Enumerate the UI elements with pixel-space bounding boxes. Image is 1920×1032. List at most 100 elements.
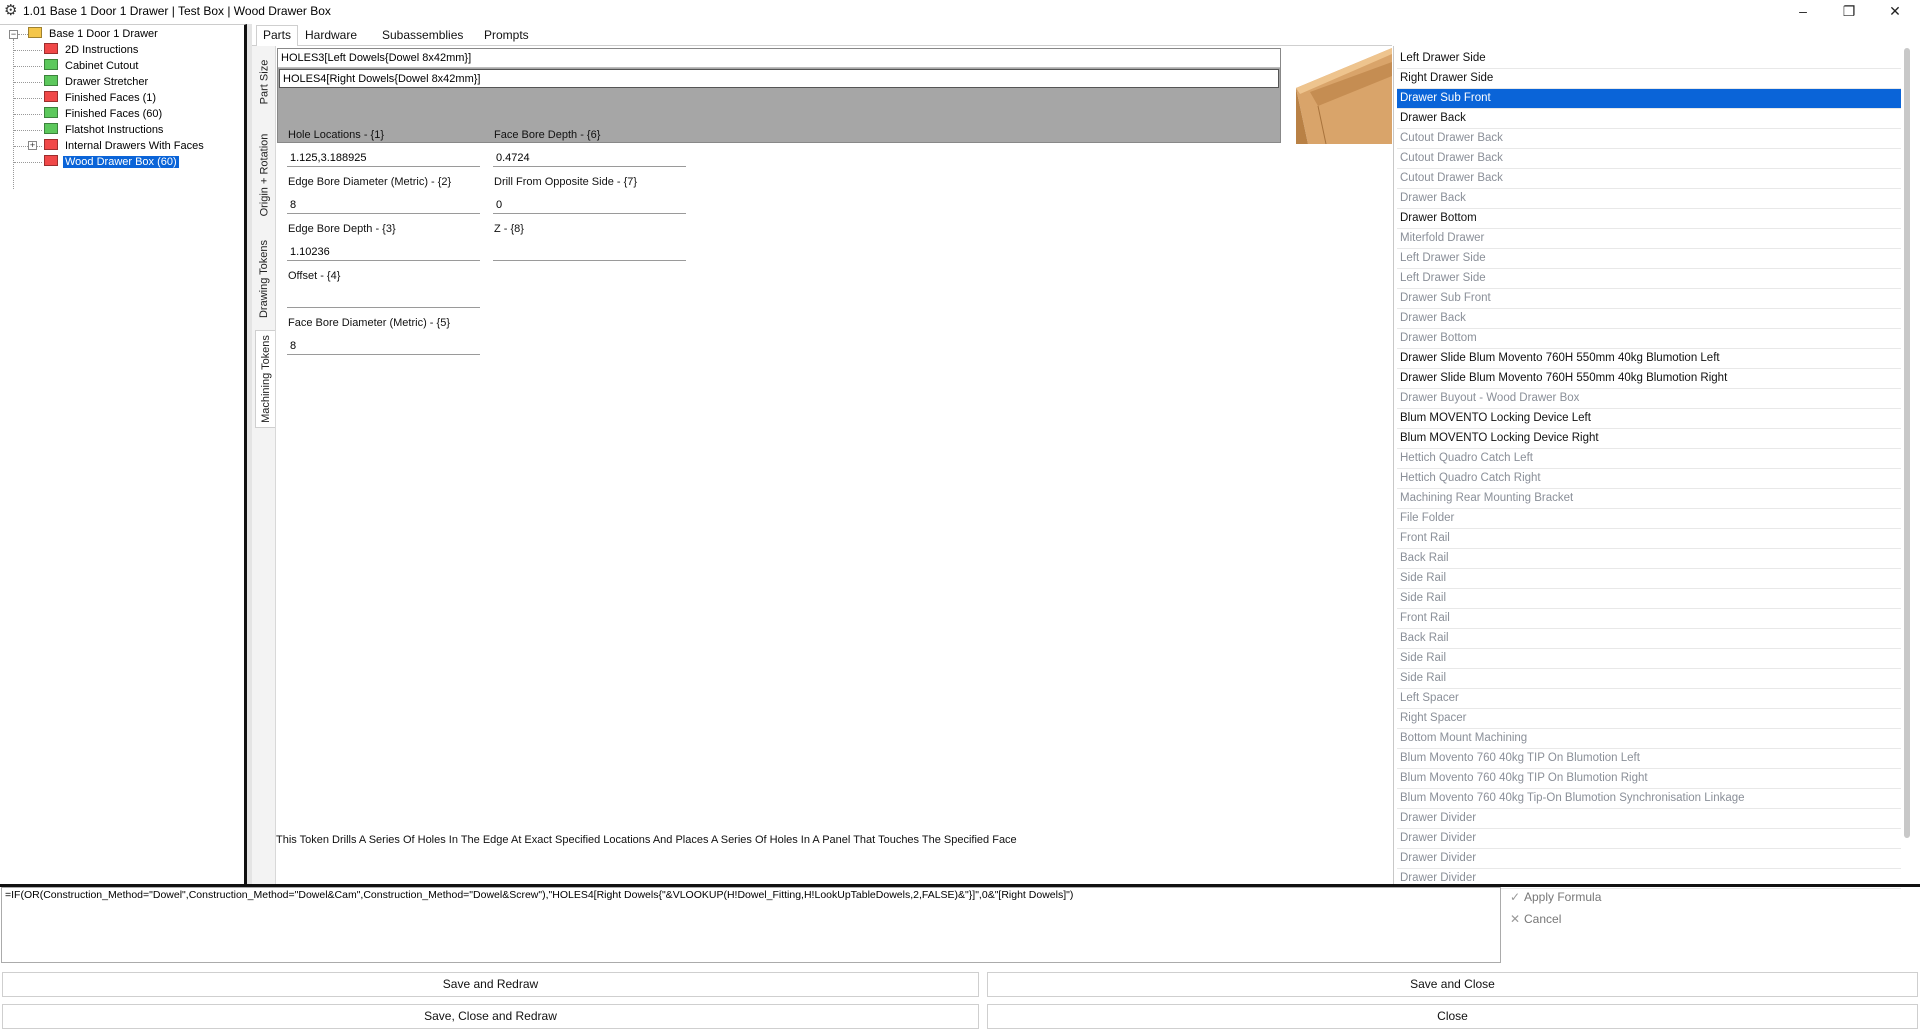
parts-list-item[interactable]: Drawer Back — [1397, 109, 1901, 129]
parts-list-item[interactable]: Blum Movento 760 40kg TIP On Blumotion L… — [1397, 749, 1901, 769]
parts-list-item[interactable]: Left Drawer Side — [1397, 49, 1901, 69]
parts-list-item[interactable]: Cutout Drawer Back — [1397, 129, 1901, 149]
parts-list-item[interactable]: Side Rail — [1397, 669, 1901, 689]
token-list[interactable]: HOLES3[Left Dowels{Dowel 8x42mm}] HOLES4… — [277, 48, 1281, 143]
vtab-drawing-tokens[interactable]: Drawing Tokens — [254, 234, 274, 324]
parts-list-item[interactable]: Drawer Sub Front — [1397, 289, 1901, 309]
parts-list-item[interactable]: Drawer Buyout - Wood Drawer Box — [1397, 389, 1901, 409]
save-and-redraw-button[interactable]: Save and Redraw — [2, 972, 979, 997]
token-description: This Token Drills A Series Of Holes In T… — [276, 834, 1017, 846]
parts-list-item[interactable]: Drawer Bottom — [1397, 329, 1901, 349]
z-field[interactable] — [493, 241, 686, 261]
tree-item[interactable]: Wood Drawer Box (60) — [44, 154, 179, 170]
tree-item[interactable]: 2D Instructions — [44, 42, 140, 58]
cancel-formula-button[interactable]: ✕ Cancel — [1510, 912, 1561, 926]
tree-item-label: Drawer Stretcher — [65, 76, 149, 88]
save-close-redraw-button[interactable]: Save, Close and Redraw — [2, 1004, 979, 1029]
parts-list-item[interactable]: Front Rail — [1397, 529, 1901, 549]
parts-list[interactable]: Left Drawer Side Right Drawer Side Drawer … — [1393, 46, 1920, 889]
close-window-button[interactable]: ✕ — [1872, 0, 1918, 23]
parts-list-item[interactable]: Drawer Back — [1397, 309, 1901, 329]
collapse-toggle[interactable]: − — [9, 30, 18, 39]
parts-list-item[interactable]: Drawer Divider — [1397, 829, 1901, 849]
parts-list-item[interactable]: Machining Rear Mounting Bracket — [1397, 489, 1901, 509]
tab-prompts[interactable]: Prompts — [478, 26, 535, 46]
tree-item[interactable]: Flatshot Instructions — [44, 122, 165, 138]
face-bore-diameter-field[interactable] — [287, 335, 480, 355]
part-preview-image — [1288, 48, 1392, 144]
vtab-part-size[interactable]: Part Size — [254, 48, 274, 116]
minimize-button[interactable]: – — [1780, 0, 1826, 23]
tree-connector — [14, 130, 42, 131]
tab-parts[interactable]: Parts — [256, 25, 299, 47]
close-button[interactable]: Close — [987, 1004, 1918, 1029]
parts-list-item[interactable]: Front Rail — [1397, 609, 1901, 629]
vtab-origin-rotation[interactable]: Origin + Rotation — [254, 120, 274, 230]
vtab-machining-tokens[interactable]: Machining Tokens — [255, 330, 275, 428]
parts-list-item[interactable]: Cutout Drawer Back — [1397, 169, 1901, 189]
tree-root-label: Base 1 Door 1 Drawer — [49, 28, 158, 40]
drill-opposite-field[interactable] — [493, 194, 686, 214]
tree-item[interactable]: Finished Faces (60) — [44, 106, 164, 122]
parts-list-item[interactable]: Blum MOVENTO Locking Device Right — [1397, 429, 1901, 449]
subassembly-tree[interactable]: − Base 1 Door 1 Drawer 2D Instructions Ca… — [0, 24, 247, 884]
edge-bore-depth-field[interactable] — [287, 241, 480, 261]
parts-list-item[interactable]: Bottom Mount Machining — [1397, 729, 1901, 749]
parts-list-item[interactable]: Drawer Bottom — [1397, 209, 1901, 229]
expand-toggle[interactable]: + — [28, 141, 37, 150]
parts-list-item[interactable]: Drawer Divider — [1397, 809, 1901, 829]
tree-item[interactable]: Cabinet Cutout — [44, 58, 140, 74]
offset-field[interactable] — [287, 288, 480, 308]
apply-formula-label: Apply Formula — [1524, 890, 1602, 904]
edge-bore-diameter-field[interactable] — [287, 194, 480, 214]
parts-list-item[interactable]: Back Rail — [1397, 629, 1901, 649]
parts-list-item[interactable]: Side Rail — [1397, 589, 1901, 609]
parts-list-item[interactable]: Blum Movento 760 40kg TIP On Blumotion R… — [1397, 769, 1901, 789]
parts-list-item[interactable]: Right Spacer — [1397, 709, 1901, 729]
tree-item-label: 2D Instructions — [65, 44, 139, 56]
tree-item-label: Internal Drawers With Faces — [65, 140, 204, 152]
parts-list-item[interactable]: Left Spacer — [1397, 689, 1901, 709]
tree-root[interactable]: Base 1 Door 1 Drawer — [28, 26, 160, 42]
parts-list-item[interactable]: Drawer Sub Front — [1397, 89, 1901, 109]
formula-editor[interactable]: =IF(OR(Construction_Method="Dowel",Const… — [1, 887, 1501, 963]
tree-item[interactable]: Internal Drawers With Faces — [44, 138, 206, 154]
face-bore-diameter-label: Face Bore Diameter (Metric) - {5} — [288, 317, 450, 329]
parts-list-item[interactable]: Cutout Drawer Back — [1397, 149, 1901, 169]
hole-locations-field[interactable] — [287, 147, 480, 167]
parts-list-item[interactable]: Drawer Back — [1397, 189, 1901, 209]
parts-list-item[interactable]: Right Drawer Side — [1397, 69, 1901, 89]
parts-list-item[interactable]: Side Rail — [1397, 649, 1901, 669]
parts-list-item[interactable]: Hettich Quadro Catch Left — [1397, 449, 1901, 469]
face-bore-depth-field[interactable] — [493, 147, 686, 167]
apply-formula-button[interactable]: ✓ Apply Formula — [1510, 890, 1601, 904]
parts-list-item[interactable]: Drawer Slide Blum Movento 760H 550mm 40k… — [1397, 369, 1901, 389]
token-row[interactable]: HOLES3[Left Dowels{Dowel 8x42mm}] — [278, 49, 1280, 68]
vtab-machining-tokens-label: Machining Tokens — [259, 335, 272, 423]
parts-list-item[interactable]: Blum Movento 760 40kg Tip-On Blumotion S… — [1397, 789, 1901, 809]
parts-list-item[interactable]: Miterfold Drawer — [1397, 229, 1901, 249]
tab-subassemblies[interactable]: Subassemblies — [376, 26, 469, 46]
parts-list-item[interactable]: Left Drawer Side — [1397, 269, 1901, 289]
tree-item[interactable]: Finished Faces (1) — [44, 90, 158, 106]
cancel-formula-label: Cancel — [1524, 912, 1562, 926]
token-row-selected[interactable]: HOLES4[Right Dowels{Dowel 8x42mm}] — [279, 69, 1279, 88]
hole-locations-label: Hole Locations - {1} — [288, 129, 385, 141]
parts-list-item[interactable]: Drawer Slide Blum Movento 760H 550mm 40k… — [1397, 349, 1901, 369]
tree-item[interactable]: Drawer Stretcher — [44, 74, 150, 90]
parts-list-item[interactable]: Hettich Quadro Catch Right — [1397, 469, 1901, 489]
parts-list-item[interactable]: Back Rail — [1397, 549, 1901, 569]
parts-list-item[interactable]: Blum MOVENTO Locking Device Left — [1397, 409, 1901, 429]
tree-item-label: Flatshot Instructions — [65, 124, 164, 136]
folder-icon — [44, 139, 58, 150]
parts-list-item[interactable]: Left Drawer Side — [1397, 249, 1901, 269]
parts-list-item[interactable]: Drawer Divider — [1397, 849, 1901, 869]
folder-icon — [44, 123, 58, 134]
tab-hardware[interactable]: Hardware — [299, 26, 363, 46]
parts-list-scrollbar[interactable] — [1904, 48, 1910, 838]
parts-list-item[interactable]: Side Rail — [1397, 569, 1901, 589]
vtab-origin-rotation-label: Origin + Rotation — [258, 133, 271, 217]
parts-list-item[interactable]: File Folder — [1397, 509, 1901, 529]
save-and-close-button[interactable]: Save and Close — [987, 972, 1918, 997]
maximize-button[interactable]: ❐ — [1826, 0, 1872, 23]
